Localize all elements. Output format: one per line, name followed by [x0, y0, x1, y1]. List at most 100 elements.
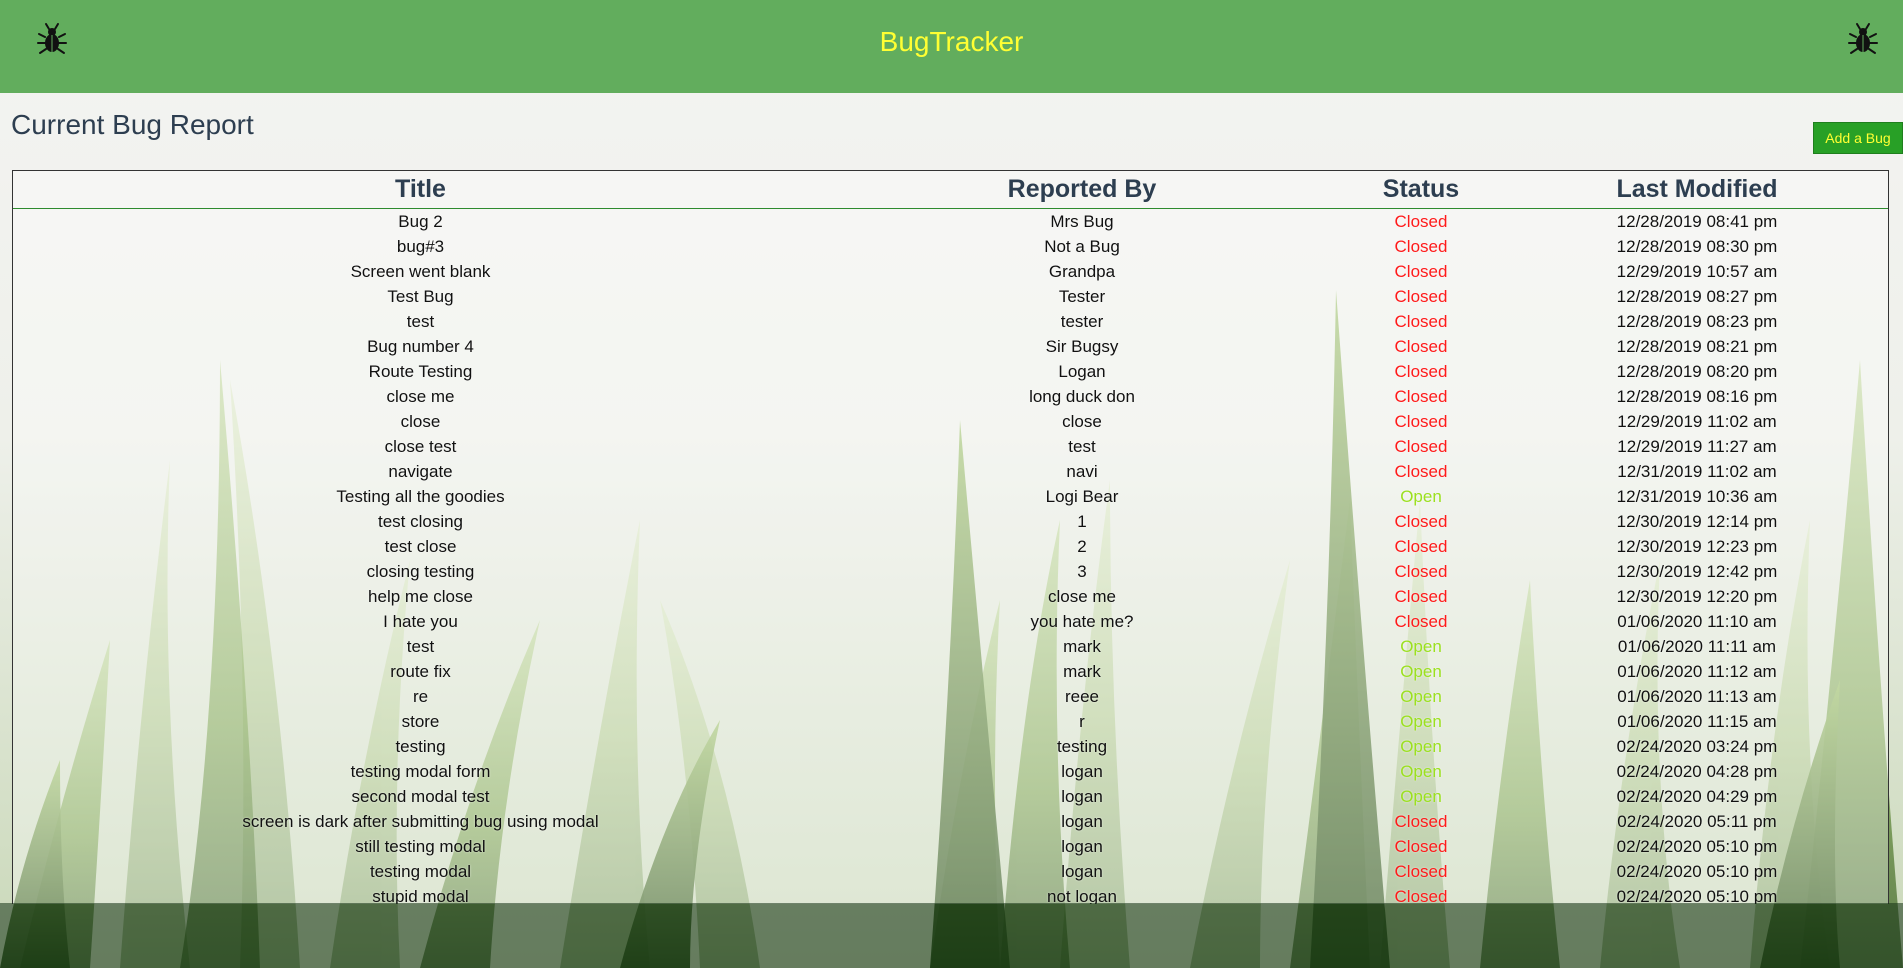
last-modified-cell: 12/31/2019 11:02 am — [1617, 461, 1777, 481]
status-cell: Closed — [1394, 536, 1448, 556]
table-row[interactable]: Testing all the goodies Logi Bear Open 12/3… — [13, 484, 1888, 509]
last-modified-cell: 12/29/2019 11:27 am — [1617, 436, 1777, 456]
app-header: BugTracker — [0, 0, 1903, 93]
table-row[interactable]: route fix mark Open 01/06/2020 11:12 am — [13, 659, 1888, 684]
table-row[interactable]: test close 2 Closed 12/30/2019 12:23 pm — [13, 534, 1888, 559]
reported-by-cell: close — [1062, 411, 1102, 431]
table-row[interactable]: close me long duck don Closed 12/28/2019 08… — [13, 384, 1888, 409]
last-modified-cell: 02/24/2020 03:24 pm — [1616, 736, 1778, 756]
bug-title-cell: store — [401, 711, 440, 731]
last-modified-cell: 02/24/2020 05:10 pm — [1616, 861, 1778, 881]
bug-title-cell: testing modal — [369, 861, 472, 881]
bug-table: Title Reported By Status Last Modified B… — [13, 171, 1888, 904]
status-cell: Open — [1400, 661, 1442, 681]
status-cell: Closed — [1394, 611, 1448, 631]
table-row[interactable]: help me close close me Closed 12/30/2019 12… — [13, 584, 1888, 609]
last-modified-cell: 02/24/2020 04:29 pm — [1616, 786, 1778, 806]
status-cell: Closed — [1394, 386, 1448, 406]
bug-report-table: Title Reported By Status Last Modified B… — [12, 170, 1889, 904]
status-cell: Closed — [1394, 236, 1448, 256]
table-row[interactable]: testing modal logan Closed 02/24/2020 05:10… — [13, 859, 1888, 884]
column-header-reported-by: Reported By — [828, 171, 1336, 209]
reported-by-cell: reee — [1064, 686, 1100, 706]
table-row[interactable]: testing modal form logan Open 02/24/2020 04… — [13, 759, 1888, 784]
reported-by-cell: logan — [1061, 761, 1103, 781]
last-modified-cell: 12/30/2019 12:20 pm — [1616, 586, 1778, 606]
last-modified-cell: 01/06/2020 11:12 am — [1617, 661, 1777, 681]
status-cell: Open — [1400, 786, 1442, 806]
last-modified-cell: 12/28/2019 08:30 pm — [1616, 236, 1778, 256]
reported-by-cell: mark — [1063, 636, 1101, 656]
table-row[interactable]: re reee Open 01/06/2020 11:13 am — [13, 684, 1888, 709]
bug-title-cell: close me — [386, 386, 455, 406]
bug-title-cell: Testing all the goodies — [336, 486, 505, 506]
reported-by-cell: logan — [1061, 786, 1103, 806]
table-row[interactable]: test closing 1 Closed 12/30/2019 12:14 pm — [13, 509, 1888, 534]
reported-by-cell: 1 — [1077, 511, 1087, 531]
reported-by-cell: Sir Bugsy — [1045, 336, 1119, 356]
reported-by-cell: mark — [1063, 661, 1101, 681]
table-header-row: Title Reported By Status Last Modified — [13, 171, 1888, 209]
status-cell: Closed — [1394, 311, 1448, 331]
table-row[interactable]: Screen went blank Grandpa Closed 12/29/2019… — [13, 259, 1888, 284]
last-modified-cell: 12/28/2019 08:16 pm — [1616, 386, 1778, 406]
reported-by-cell: navi — [1066, 461, 1098, 481]
bug-title-cell: re — [412, 686, 429, 706]
reported-by-cell: logan — [1061, 811, 1103, 831]
reported-by-cell: Logan — [1058, 361, 1106, 381]
table-row[interactable]: I hate you you hate me? Closed 01/06/2020 1… — [13, 609, 1888, 634]
table-row[interactable]: screen is dark after submitting bug usin… — [13, 809, 1888, 834]
status-cell: Closed — [1394, 561, 1448, 581]
table-row[interactable]: Route Testing Logan Closed 12/28/2019 08:20… — [13, 359, 1888, 384]
bug-title-cell: I hate you — [383, 611, 458, 631]
table-row[interactable]: still testing modal logan Closed 02/24/2020… — [13, 834, 1888, 859]
reported-by-cell: Mrs Bug — [1050, 211, 1114, 231]
table-row[interactable]: navigate navi Closed 12/31/2019 11:02 am — [13, 459, 1888, 484]
table-row[interactable]: Bug 2 Mrs Bug Closed 12/28/2019 08:41 pm — [13, 209, 1888, 235]
table-row[interactable]: stupid modal not logan Closed 02/24/2020 05… — [13, 884, 1888, 905]
table-row[interactable]: testing testing Open 02/24/2020 03:24 pm — [13, 734, 1888, 759]
table-row[interactable]: bug#3 Not a Bug Closed 12/28/2019 08:30 pm — [13, 234, 1888, 259]
table-row[interactable]: close close Closed 12/29/2019 11:02 am — [13, 409, 1888, 434]
table-row[interactable]: test tester Closed 12/28/2019 08:23 pm — [13, 309, 1888, 334]
reported-by-cell: you hate me? — [1030, 611, 1134, 631]
last-modified-cell: 12/28/2019 08:41 pm — [1616, 211, 1778, 231]
bug-icon[interactable] — [1847, 22, 1879, 56]
bug-title-cell: test closing — [377, 511, 464, 531]
reported-by-cell: Logi Bear — [1045, 486, 1119, 506]
table-row[interactable]: close test test Closed 12/29/2019 11:27 am — [13, 434, 1888, 459]
last-modified-cell: 12/30/2019 12:23 pm — [1616, 536, 1778, 556]
bug-title-cell: bug#3 — [396, 236, 445, 256]
last-modified-cell: 02/24/2020 05:10 pm — [1616, 886, 1778, 905]
reported-by-cell: tester — [1060, 311, 1104, 331]
table-row[interactable]: Bug number 4 Sir Bugsy Closed 12/28/2019 08… — [13, 334, 1888, 359]
table-row[interactable]: test mark Open 01/06/2020 11:11 am — [13, 634, 1888, 659]
status-cell: Open — [1400, 761, 1442, 781]
table-row[interactable]: store r Open 01/06/2020 11:15 am — [13, 709, 1888, 734]
table-row[interactable]: second modal test logan Open 02/24/2020 04:… — [13, 784, 1888, 809]
bug-title-cell: close test — [384, 436, 457, 456]
table-row[interactable]: closing testing 3 Closed 12/30/2019 12:42 p… — [13, 559, 1888, 584]
last-modified-cell: 12/28/2019 08:20 pm — [1616, 361, 1778, 381]
add-bug-button[interactable]: Add a Bug — [1813, 122, 1903, 154]
status-cell: Closed — [1394, 361, 1448, 381]
bug-title-cell: navigate — [388, 461, 453, 481]
reported-by-cell: 2 — [1077, 536, 1087, 556]
bug-title-cell: second modal test — [351, 786, 490, 806]
bug-title-cell: testing modal form — [350, 761, 491, 781]
reported-by-cell: logan — [1061, 836, 1103, 856]
footer-band — [0, 903, 1903, 968]
app-brand[interactable]: BugTracker — [0, 24, 1903, 60]
status-cell: Closed — [1394, 411, 1448, 431]
bug-title-cell: Route Testing — [368, 361, 473, 381]
reported-by-cell: long duck don — [1029, 386, 1135, 406]
status-cell: Closed — [1394, 261, 1448, 281]
last-modified-cell: 12/28/2019 08:27 pm — [1616, 286, 1778, 306]
reported-by-cell: test — [1068, 436, 1096, 456]
bug-title-cell: Bug number 4 — [367, 336, 474, 356]
table-row[interactable]: Test Bug Tester Closed 12/28/2019 08:27 pm — [13, 284, 1888, 309]
last-modified-cell: 02/24/2020 05:10 pm — [1616, 836, 1778, 856]
status-cell: Closed — [1394, 836, 1448, 856]
reported-by-cell: logan — [1061, 861, 1103, 881]
last-modified-cell: 12/29/2019 11:02 am — [1617, 411, 1777, 431]
